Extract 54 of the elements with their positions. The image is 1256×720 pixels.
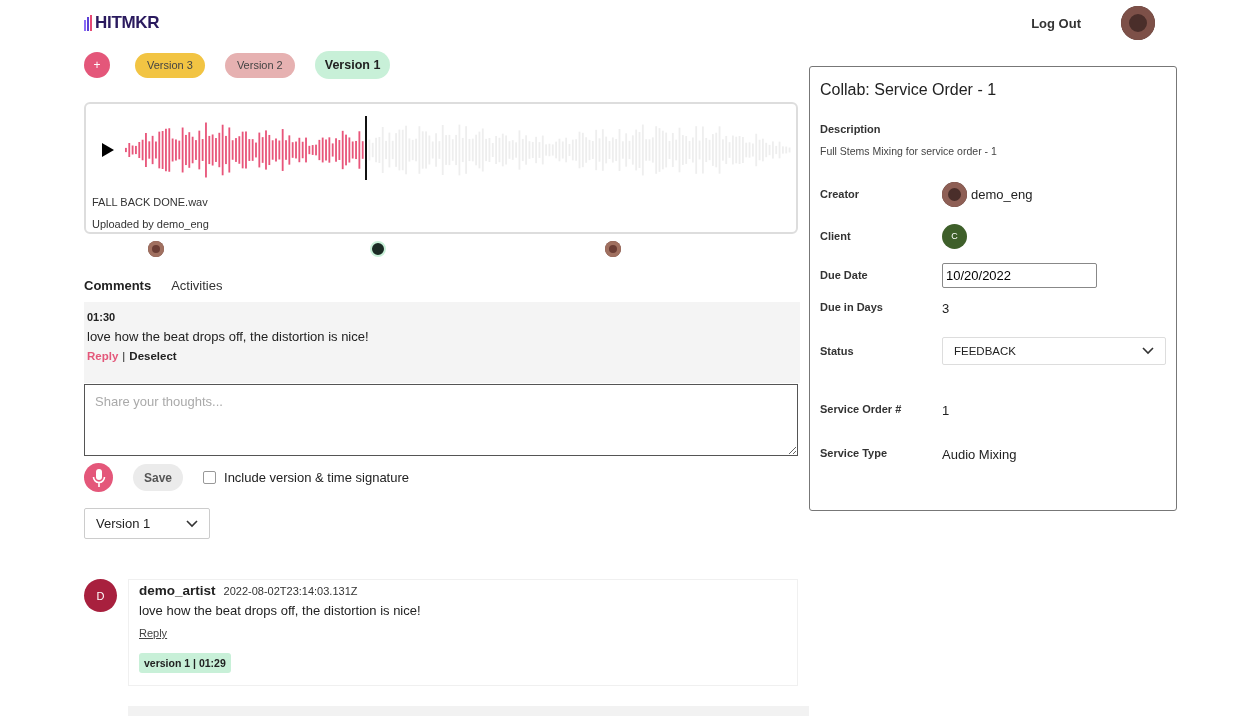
field-value: 1 (942, 403, 950, 418)
comment-text: love how the beat drops off, the distortion is nice! (87, 329, 370, 344)
field-label: Client (820, 230, 852, 242)
profile-avatar[interactable] (1121, 6, 1155, 40)
version-select[interactable]: Version 1 (84, 508, 210, 539)
checkbox-label: Include version & time signature (224, 470, 409, 485)
save-button[interactable]: Save (133, 464, 184, 491)
due-date-field[interactable]: 10/20/2022 (942, 262, 1097, 288)
add-version-button[interactable]: + (84, 52, 110, 78)
microphone-button[interactable] (84, 463, 113, 492)
user-avatar (942, 181, 967, 207)
tab[interactable]: Activities (171, 277, 223, 293)
field-value: 3 (942, 301, 950, 316)
comment-input-field[interactable]: Share your thoughts... (84, 384, 798, 456)
field-label: Due in Days (820, 301, 884, 313)
status-select[interactable]: FEEDBACK (942, 337, 1166, 365)
field-label: Status (820, 345, 855, 357)
play-icon[interactable] (101, 142, 115, 158)
field-label: Service Order # (820, 403, 903, 415)
chevron-down-icon (186, 519, 198, 528)
log-out-link[interactable]: Log Out (1031, 15, 1081, 31)
version-time-tag[interactable]: version 1 | 01:29 (139, 653, 231, 673)
user-name: demo_eng (971, 186, 1033, 202)
comment-timestamp: 2022-08-02T23:14:03.131Z (223, 585, 358, 597)
description-text: Full Stems Mixing for service order - 1 (820, 145, 998, 157)
field-label: Description (820, 123, 882, 135)
comment-text: love how the beat drops off, the distortion is nice! (139, 603, 422, 618)
user-avatar-marker[interactable] (605, 241, 622, 257)
field-value: Audio Mixing (942, 447, 1017, 462)
chevron-down-icon (1142, 347, 1154, 355)
user-avatar-marker[interactable] (148, 241, 165, 257)
checkbox[interactable] (203, 471, 217, 484)
logo[interactable]: HITMKR (84, 13, 160, 33)
comment-author: demo_artist (139, 583, 216, 598)
info-marker-icon[interactable] (369, 241, 386, 257)
field-label: Creator (820, 188, 861, 200)
logo-bars-icon (84, 15, 94, 31)
version-tab[interactable]: Version 3 (135, 52, 205, 78)
uploader-text: Uploaded by demo_eng (92, 218, 210, 230)
comment-time: 01:30 (87, 311, 117, 323)
client-avatar: C (942, 223, 967, 249)
panel-title: Collab: Service Order - 1 (820, 81, 998, 99)
field-label: Service Type (820, 447, 889, 459)
reply-link[interactable]: Reply (139, 627, 168, 639)
version-tab[interactable]: Version 2 (224, 52, 295, 78)
user-avatar: D (84, 579, 117, 612)
field-label: Due Date (820, 269, 869, 281)
version-tab[interactable]: Version 1 (314, 51, 391, 79)
microphone-icon (91, 467, 106, 488)
deselect-link[interactable]: Deselect (129, 350, 177, 362)
playhead[interactable] (365, 116, 368, 180)
file-name: FALL BACK DONE.wav (92, 196, 209, 208)
separator: | (122, 350, 126, 362)
tab[interactable]: Comments (84, 277, 152, 293)
